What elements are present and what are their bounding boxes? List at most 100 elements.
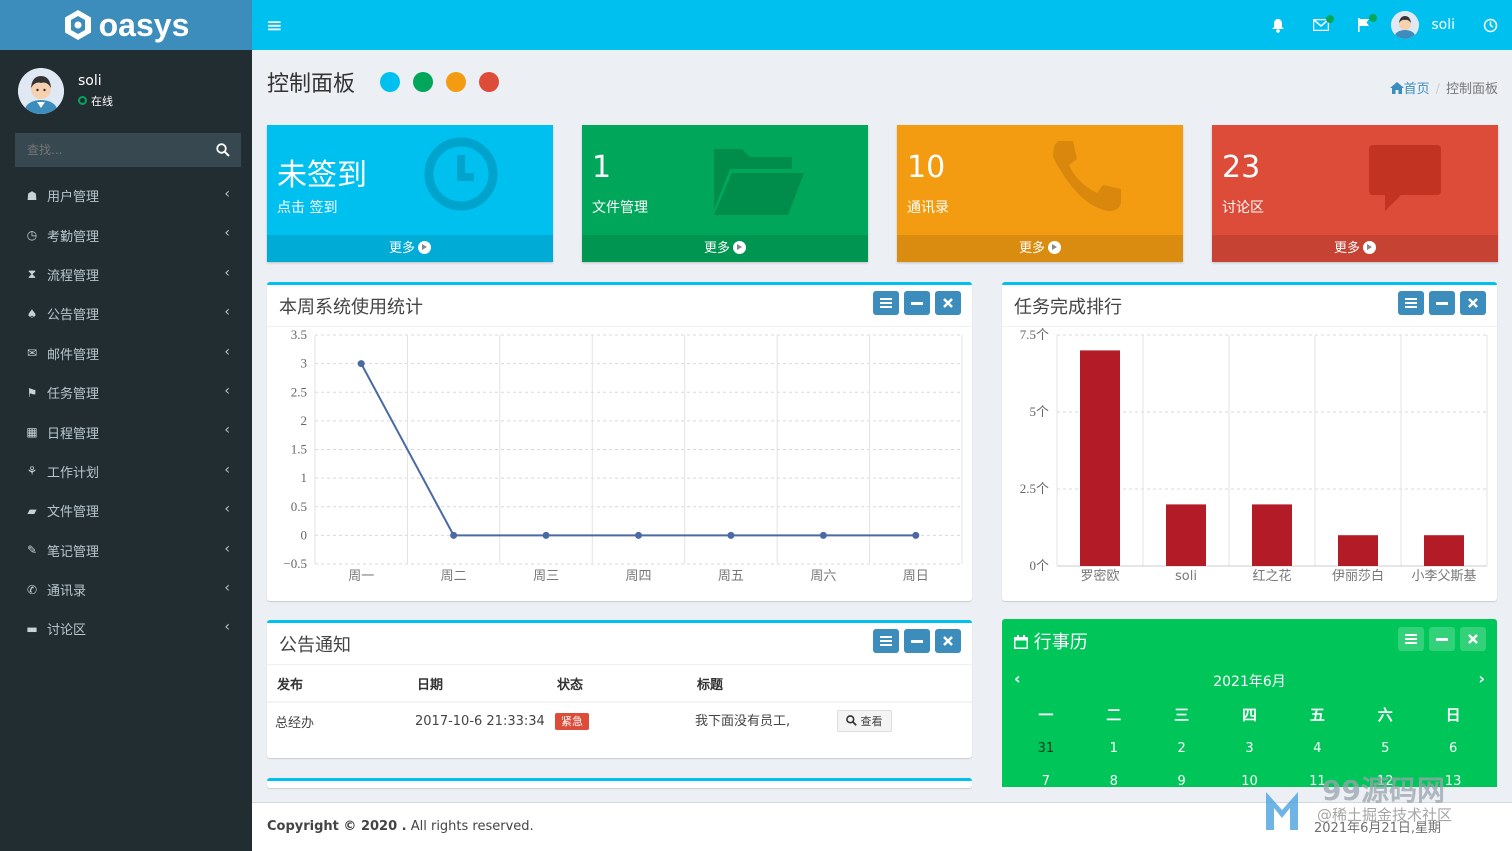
list-icon[interactable] <box>1398 291 1424 315</box>
usage-stats-box: 本周系统使用统计 3.5 3 2.5 2 1.5 1 0.5 0 −0.5 周一 周二 周三 周四 周五 周… <box>267 282 972 601</box>
calendar-day[interactable]: 5 <box>1351 741 1419 756</box>
sidebar-item-label: 日程管理 <box>47 426 100 442</box>
sidebar-toggle-icon[interactable]: ≡ <box>266 13 283 37</box>
view-button[interactable]: 查看 <box>837 710 892 732</box>
y-tick-label: −0.5 <box>283 556 307 571</box>
skin-dot-blue[interactable] <box>380 72 401 92</box>
y-tick-label: 5个 <box>1029 404 1049 419</box>
sidebar-item-label: 流程管理 <box>47 268 100 284</box>
logo[interactable]: oasys <box>0 0 252 50</box>
x-tick-label: 周日 <box>903 569 929 584</box>
search-icon[interactable] <box>205 133 241 167</box>
usage-line-chart: 3.5 3 2.5 2 1.5 1 0.5 0 −0.5 周一 周二 周三 周四 周五 周六 周日 <box>283 327 963 584</box>
calendar-day[interactable]: 12 <box>1351 774 1419 787</box>
envelope-icon: ✉ <box>26 346 38 361</box>
flag-icon[interactable] <box>1342 14 1385 32</box>
calendar-day[interactable]: 10 <box>1216 774 1284 787</box>
more-link[interactable]: 更多 <box>267 235 553 262</box>
arrow-circle-right-icon <box>1363 241 1376 254</box>
chevron-left-icon: ‹ <box>224 422 230 439</box>
breadcrumb-home[interactable]: 首页 <box>1389 82 1430 97</box>
calendar-day[interactable]: 11 <box>1283 774 1351 787</box>
sidebar-item-11[interactable]: ▬ 讨论区 ‹ <box>0 609 252 648</box>
contacts-label: 通讯录 <box>907 200 949 216</box>
calendar-day[interactable]: 31 <box>1012 741 1080 756</box>
sidebar-item-0[interactable]: ☗ 用户管理 ‹ <box>0 176 252 215</box>
sidebar-item-label: 用户管理 <box>47 190 100 206</box>
y-tick-label: 3 <box>301 356 308 371</box>
sidebar-item-label: 通讯录 <box>47 584 87 600</box>
close-icon[interactable] <box>1460 627 1486 651</box>
sidebar-item-6[interactable]: ▦ 日程管理 ‹ <box>0 412 252 451</box>
column-header: 状态 <box>547 665 687 703</box>
sidebar-item-5[interactable]: ⚑ 任务管理 ‹ <box>0 373 252 412</box>
minus-icon[interactable] <box>904 291 930 315</box>
sidebar-item-3[interactable]: ♠ 公告管理 ‹ <box>0 294 252 333</box>
sidebar-item-8[interactable]: ▰ 文件管理 ‹ <box>0 491 252 530</box>
column-header: 日期 <box>407 665 547 703</box>
next-month-icon[interactable]: › <box>1478 669 1485 688</box>
sidebar-item-7[interactable]: ⚘ 工作计划 ‹ <box>0 452 252 491</box>
chevron-left-icon: ‹ <box>224 264 230 281</box>
sidebar-item-label: 任务管理 <box>47 387 100 403</box>
chevron-left-icon: ‹ <box>224 186 230 202</box>
close-icon[interactable] <box>935 291 961 315</box>
more-link[interactable]: 更多 <box>582 235 868 262</box>
calendar-day[interactable]: 4 <box>1283 741 1351 756</box>
calendar-day[interactable]: 3 <box>1216 741 1284 756</box>
more-link[interactable]: 更多 <box>1212 235 1498 262</box>
calendar-day[interactable]: 7 <box>1012 774 1080 787</box>
skin-dot-orange[interactable] <box>446 72 467 92</box>
calendar-day[interactable]: 6 <box>1419 741 1487 756</box>
weekday-label: 四 <box>1242 706 1258 725</box>
hourglass-icon: ⧗ <box>27 266 37 281</box>
flag-badge <box>1369 14 1378 22</box>
skin-dot-red[interactable] <box>479 72 500 92</box>
sidebar-item-9[interactable]: ✎ 笔记管理 ‹ <box>0 531 252 570</box>
y-tick-label: 2.5 <box>291 384 307 399</box>
phone-icon <box>1053 141 1121 211</box>
calendar-day[interactable]: 8 <box>1080 774 1148 787</box>
list-icon[interactable] <box>1398 627 1424 651</box>
list-icon[interactable] <box>873 629 899 653</box>
chevron-left-icon: ‹ <box>224 540 230 557</box>
signin-link[interactable]: 点击 签到 <box>277 197 337 217</box>
task-ranking-box: 任务完成排行 7.5个 5个 2.5个 0个 罗密欧 soli 红之花 伊丽莎白 小李父斯基 <box>1002 282 1497 601</box>
user-menu[interactable]: soli <box>1385 11 1469 39</box>
mail-icon[interactable] <box>1299 15 1342 31</box>
calendar-day[interactable]: 2 <box>1148 741 1216 756</box>
calendar-day[interactable]: 1 <box>1080 741 1148 756</box>
y-tick-label: 0个 <box>1029 558 1049 573</box>
page-title: 控制面板 <box>267 72 356 97</box>
notification-bell-icon[interactable] <box>1256 18 1299 33</box>
calendar-day[interactable]: 9 <box>1148 774 1216 787</box>
list-icon[interactable] <box>873 291 899 315</box>
data-point <box>819 531 827 539</box>
minus-icon[interactable] <box>1429 291 1455 315</box>
sidebar-item-2[interactable]: ⧗ 流程管理 ‹ <box>0 255 252 294</box>
x-tick-label: 伊丽莎白 <box>1332 568 1384 584</box>
bar <box>1338 535 1378 566</box>
y-tick-label: 7.5个 <box>1020 327 1049 342</box>
search-input[interactable] <box>15 133 205 167</box>
close-icon[interactable] <box>1460 291 1486 315</box>
comment-icon: ▬ <box>26 621 38 636</box>
minus-icon[interactable] <box>904 629 930 653</box>
sidebar-item-4[interactable]: ✉ 邮件管理 ‹ <box>0 334 252 373</box>
sidebar-item-10[interactable]: ✆ 通讯录 ‹ <box>0 570 252 609</box>
column-header: 发布 <box>267 665 407 703</box>
minus-icon[interactable] <box>1429 627 1455 651</box>
flag-icon: ⚑ <box>26 385 38 400</box>
logo-icon <box>64 10 91 40</box>
bar <box>1080 350 1120 566</box>
chevron-left-icon: ‹ <box>224 225 230 242</box>
skin-dot-green[interactable] <box>413 72 434 92</box>
more-link[interactable]: 更多 <box>897 235 1183 262</box>
y-tick-label: 2 <box>301 413 308 428</box>
clock-icon: ◷ <box>26 228 38 243</box>
notice-box: 公告通知 发布 日期 状态 标题 总经办 2017-10-6 21:33:34 … <box>267 620 972 758</box>
close-icon[interactable] <box>935 629 961 653</box>
history-icon[interactable] <box>1469 18 1512 33</box>
calendar-day[interactable]: 13 <box>1419 774 1487 787</box>
sidebar-item-1[interactable]: ◷ 考勤管理 ‹ <box>0 215 252 254</box>
